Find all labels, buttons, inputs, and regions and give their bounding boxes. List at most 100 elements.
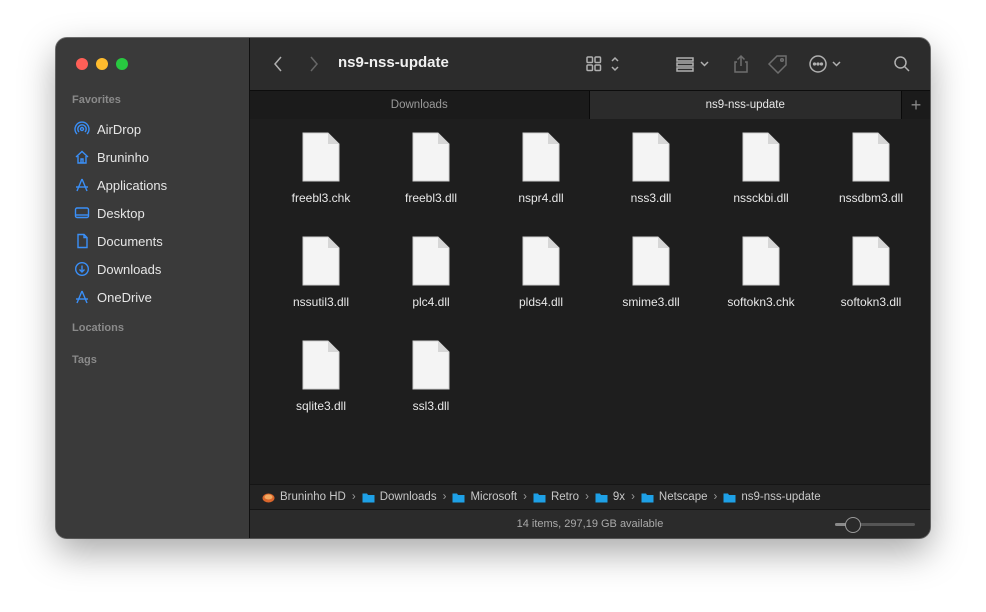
close-button[interactable]: [76, 58, 88, 70]
tag-icon: [767, 55, 787, 74]
generic-file-icon: [412, 236, 450, 286]
back-button[interactable]: [268, 51, 288, 77]
file-name: nssutil3.dll: [292, 295, 350, 309]
sidebar-item-downloads[interactable]: Downloads: [56, 255, 249, 283]
folder-icon: [362, 493, 375, 502]
file-item[interactable]: softokn3.chk: [706, 235, 816, 339]
file-name: nssdbm3.dll: [838, 191, 904, 205]
sidebar-item-bruninho[interactable]: Bruninho: [56, 143, 249, 171]
finder-window: Favorites AirDrop Bruninho Applications: [56, 38, 930, 538]
share-button[interactable]: [729, 51, 753, 77]
file-name: nspr4.dll: [518, 191, 564, 205]
download-icon: [74, 261, 90, 277]
generic-file-icon: [632, 236, 670, 286]
breadcrumb-item[interactable]: ns9-nss-update: [723, 491, 821, 503]
locations-heading[interactable]: Locations: [72, 322, 124, 334]
breadcrumb-item[interactable]: Bruninho HD: [262, 491, 346, 503]
file-item[interactable]: nspr4.dll: [486, 131, 596, 235]
file-name: smime3.dll: [622, 295, 680, 309]
window-controls: [76, 58, 128, 70]
sidebar-item-airdrop[interactable]: AirDrop: [56, 115, 249, 143]
generic-file-icon: [852, 236, 890, 286]
sidebar-item-label: Applications: [97, 177, 168, 193]
chevron-right-icon: [310, 56, 318, 72]
file-item[interactable]: nssutil3.dll: [266, 235, 376, 339]
file-name: nssckbi.dll: [733, 191, 789, 205]
generic-file-icon: [412, 340, 450, 390]
file-name: sqlite3.dll: [295, 399, 347, 413]
share-icon: [734, 54, 748, 73]
file-item[interactable]: sqlite3.dll: [266, 339, 376, 443]
generic-file-icon: [522, 236, 560, 286]
applications-icon: [74, 177, 90, 193]
file-item[interactable]: nssckbi.dll: [706, 131, 816, 235]
search-button[interactable]: [890, 51, 914, 77]
icon-grid-icon: [586, 56, 619, 72]
breadcrumb-label: Retro: [550, 491, 580, 503]
breadcrumb-separator: ›: [442, 491, 447, 503]
sidebar-item-documents[interactable]: Documents: [56, 227, 249, 255]
folder-icon: [641, 493, 654, 502]
breadcrumb-item[interactable]: 9x: [595, 491, 625, 503]
file-item[interactable]: smime3.dll: [596, 235, 706, 339]
file-item[interactable]: nss3.dll: [596, 131, 706, 235]
breadcrumb-label: Microsoft: [470, 491, 518, 503]
tab-ns9-nss-update[interactable]: ns9-nss-update: [589, 91, 903, 119]
file-name: nss3.dll: [630, 191, 672, 205]
file-item[interactable]: nssdbm3.dll: [816, 131, 926, 235]
tag-button[interactable]: [765, 51, 791, 77]
folder-icon: [595, 493, 608, 502]
group-by-icon: [676, 57, 709, 72]
file-item[interactable]: ssl3.dll: [376, 339, 486, 443]
breadcrumb-separator: ›: [585, 491, 589, 503]
status-bar: 14 items, 297,19 GB available: [250, 509, 930, 538]
disk-icon: [262, 493, 275, 502]
tags-heading[interactable]: Tags: [72, 354, 97, 366]
slider-knob[interactable]: [844, 517, 861, 533]
file-name: plds4.dll: [518, 295, 564, 309]
breadcrumb-separator: ›: [523, 491, 527, 503]
file-item[interactable]: freebl3.chk: [266, 131, 376, 235]
file-name: freebl3.chk: [291, 191, 351, 205]
sidebar: Favorites AirDrop Bruninho Applications: [56, 38, 250, 538]
file-item[interactable]: freebl3.dll: [376, 131, 486, 235]
toolbar: ns9-nss-update: [250, 38, 930, 90]
new-tab-button[interactable]: +: [902, 91, 930, 119]
breadcrumb-label: ns9-nss-update: [741, 491, 821, 503]
zoom-button[interactable]: [116, 58, 128, 70]
group-by-button[interactable]: [674, 51, 714, 77]
minimize-button[interactable]: [96, 58, 108, 70]
file-item[interactable]: softokn3.dll: [816, 235, 926, 339]
file-item[interactable]: plds4.dll: [486, 235, 596, 339]
more-actions-button[interactable]: [806, 51, 846, 77]
sidebar-item-label: Downloads: [97, 261, 162, 277]
tab-downloads[interactable]: Downloads: [250, 91, 590, 119]
desktop-icon: [74, 205, 90, 221]
window-title: ns9-nss-update: [338, 54, 449, 71]
sidebar-item-onedrive[interactable]: OneDrive: [56, 283, 249, 311]
path-bar: Bruninho HD › Downloads › Microsoft › Retro › 9x…: [250, 484, 930, 509]
sidebar-item-applications[interactable]: Applications: [56, 171, 249, 199]
favorites-list: AirDrop Bruninho Applications Desktop Do…: [56, 115, 249, 311]
generic-file-icon: [852, 132, 890, 182]
generic-file-icon: [302, 340, 340, 390]
breadcrumb-item[interactable]: Retro: [533, 491, 579, 503]
icon-size-slider[interactable]: [835, 517, 915, 533]
breadcrumb-separator: ›: [351, 491, 356, 503]
breadcrumb-label: Bruninho HD: [280, 491, 346, 503]
sidebar-item-desktop[interactable]: Desktop: [56, 199, 249, 227]
forward-button[interactable]: [304, 51, 324, 77]
file-item[interactable]: plc4.dll: [376, 235, 486, 339]
sidebar-item-label: Bruninho: [97, 149, 150, 165]
status-text: 14 items, 297,19 GB available: [516, 518, 664, 530]
favorites-heading: Favorites: [72, 94, 121, 106]
airdrop-icon: [74, 121, 90, 137]
breadcrumb-item[interactable]: Microsoft: [452, 491, 517, 503]
generic-file-icon: [302, 132, 340, 182]
file-name: softokn3.chk: [727, 295, 795, 309]
breadcrumb-item[interactable]: Downloads: [362, 491, 437, 503]
document-icon: [74, 233, 90, 249]
breadcrumb-item[interactable]: Netscape: [641, 491, 708, 503]
generic-file-icon: [412, 132, 450, 182]
view-mode-button[interactable]: [584, 51, 624, 77]
